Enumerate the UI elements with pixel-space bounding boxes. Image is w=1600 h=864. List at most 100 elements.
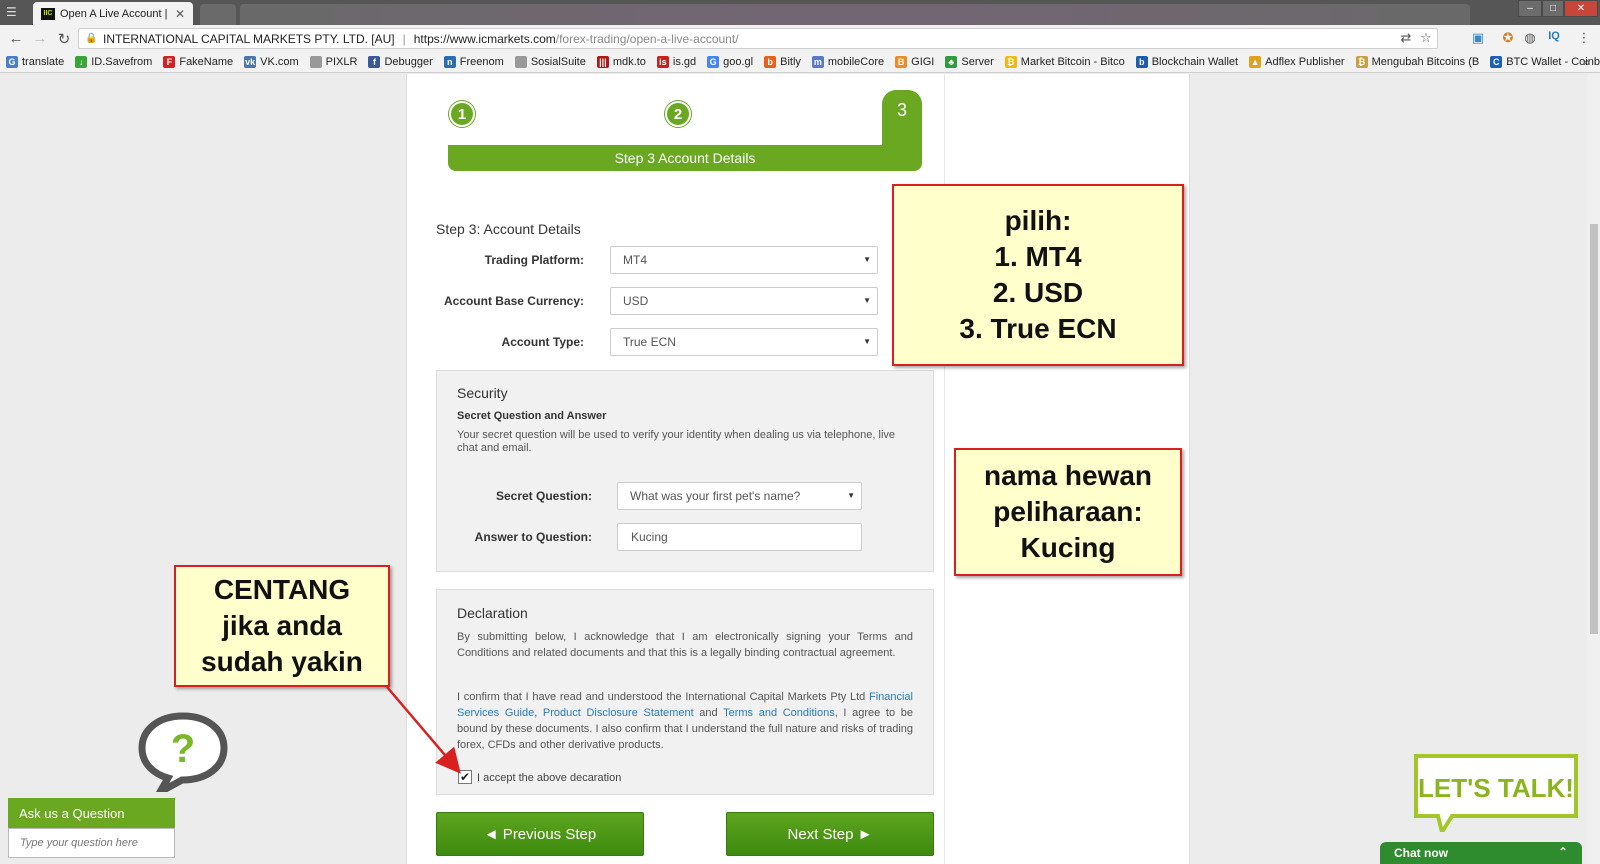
bookmark-icon bbox=[514, 56, 527, 68]
ask-question-input[interactable] bbox=[8, 828, 175, 858]
browser-titlebar: ☰ IIC Open A Live Account | Fo ✕ – □ ✕ bbox=[0, 0, 1600, 25]
note-line: 2. USD bbox=[992, 277, 1084, 308]
trading-platform-select[interactable]: MT4 ▼ bbox=[610, 246, 878, 274]
note-line: jika anda bbox=[222, 610, 342, 641]
ask-question-header[interactable]: Ask us a Question bbox=[8, 798, 175, 828]
currency-label: Account Base Currency: bbox=[443, 294, 584, 308]
extension-icon[interactable]: ▣ bbox=[1470, 30, 1486, 46]
annotation-arrow bbox=[386, 686, 461, 774]
bookmark-item[interactable]: f Debugger bbox=[368, 56, 433, 68]
minimize-button[interactable]: – bbox=[1518, 0, 1542, 17]
bookmark-item[interactable]: ↓ ID.Savefrom bbox=[75, 56, 152, 68]
section-heading: Step 3: Account Details bbox=[436, 221, 581, 237]
bookmark-label: ID.Savefrom bbox=[91, 56, 153, 68]
security-title: Security bbox=[457, 385, 508, 401]
note-line: pilih: bbox=[1004, 205, 1072, 236]
bookmark-item[interactable]: F FakeName bbox=[163, 56, 233, 68]
currency-select[interactable]: USD ▼ bbox=[610, 287, 878, 315]
bookmark-icon: F bbox=[163, 56, 176, 68]
extension-icon[interactable]: ✪ bbox=[1500, 30, 1516, 46]
next-step-button[interactable]: Next Step ► bbox=[726, 812, 934, 856]
question-bubble-icon[interactable]: ? bbox=[138, 712, 228, 792]
accept-checkbox-label: I accept the above decaration bbox=[477, 772, 622, 784]
bookmark-item[interactable]: ₿ Mengubah Bitcoins (B bbox=[1355, 56, 1479, 68]
bookmark-label: is.gd bbox=[672, 56, 697, 68]
link-terms-and-conditions[interactable]: Terms and Conditions bbox=[723, 707, 835, 719]
bookmark-item[interactable]: B GIGI bbox=[895, 56, 934, 68]
note-line: peliharaan: bbox=[993, 496, 1143, 527]
step-1-indicator: 1 bbox=[449, 101, 475, 127]
translate-icon[interactable]: ⇄ bbox=[1398, 30, 1414, 46]
bookmark-item[interactable]: b Blockchain Wallet bbox=[1135, 56, 1239, 68]
chevron-up-icon: ⌃ bbox=[1557, 845, 1568, 859]
bookmark-item[interactable]: ||| mdk.to bbox=[596, 56, 646, 68]
bookmark-item[interactable]: vk VK.com bbox=[244, 56, 299, 68]
lets-talk-text: LET'S TALK! bbox=[1418, 773, 1574, 803]
bookmark-item[interactable]: ♣ Server bbox=[945, 56, 994, 68]
chat-now-label: Chat now bbox=[1394, 846, 1448, 860]
bookmark-item[interactable]: Ggoo.gl bbox=[707, 56, 753, 68]
bookmark-icon: ₿ bbox=[1355, 56, 1368, 68]
bookmark-label: translate bbox=[22, 56, 65, 68]
bookmark-label: mobileCore bbox=[827, 56, 885, 68]
bookmark-icon: f bbox=[368, 56, 381, 68]
star-icon[interactable]: ☆ bbox=[1418, 30, 1434, 46]
bookmark-item[interactable]: is is.gd bbox=[656, 56, 697, 68]
annotation-note-select: pilih: 1. MT4 2. USD 3. True ECN bbox=[892, 184, 1184, 366]
address-bar[interactable]: 🔒 INTERNATIONAL CAPITAL MARKETS PTY. LTD… bbox=[78, 28, 1438, 49]
bookmark-item[interactable]: PIXLR bbox=[309, 56, 357, 68]
scrollbar-thumb[interactable] bbox=[1590, 224, 1598, 634]
window-close-button[interactable]: ✕ bbox=[1564, 0, 1598, 17]
forward-icon[interactable]: → bbox=[28, 30, 52, 47]
bookmark-label: Adflex Publisher bbox=[1265, 56, 1345, 68]
bookmark-item[interactable]: SosialSuite bbox=[514, 56, 586, 68]
bookmark-icon: B bbox=[895, 56, 908, 68]
browser-menu-icon[interactable]: ☰ bbox=[6, 5, 22, 19]
bookmark-item[interactable]: Gtranslate bbox=[6, 56, 64, 68]
reload-icon[interactable]: ↻ bbox=[52, 30, 76, 48]
lets-talk-badge[interactable]: LET'S TALK! bbox=[1412, 752, 1580, 832]
bookmark-item[interactable]: b Bitly bbox=[764, 56, 801, 68]
previous-step-button[interactable]: ◄ Previous Step bbox=[436, 812, 644, 856]
bookmark-label: mdk.to bbox=[612, 56, 646, 68]
secret-question-select[interactable]: What was your first pet's name? ▼ bbox=[617, 482, 862, 510]
bookmark-icon: ₿ bbox=[1004, 56, 1017, 68]
maximize-button[interactable]: □ bbox=[1542, 0, 1564, 17]
bookmarks-more-icon[interactable]: » bbox=[1583, 55, 1590, 69]
site-org-name: INTERNATIONAL CAPITAL MARKETS PTY. LTD. … bbox=[103, 31, 395, 46]
chevron-down-icon: ▼ bbox=[863, 296, 871, 305]
note-line: CENTANG bbox=[213, 574, 351, 605]
note-line: sudah yakin bbox=[201, 646, 363, 677]
trading-platform-value: MT4 bbox=[623, 253, 647, 267]
tab-inactive[interactable] bbox=[240, 4, 1470, 25]
bookmark-label: Blockchain Wallet bbox=[1151, 56, 1239, 68]
account-type-select[interactable]: True ECN ▼ bbox=[610, 328, 878, 356]
secret-question-label: Secret Question: bbox=[495, 489, 592, 503]
globe-icon[interactable]: ◍ bbox=[1522, 30, 1538, 46]
bookmark-item[interactable]: ▲ Adflex Publisher bbox=[1249, 56, 1345, 68]
declaration-title: Declaration bbox=[457, 605, 528, 621]
bookmark-item[interactable]: m mobileCore bbox=[811, 56, 885, 68]
bookmark-label: FakeName bbox=[179, 56, 234, 68]
tab-inactive[interactable] bbox=[200, 4, 236, 25]
tab-close-icon[interactable]: ✕ bbox=[175, 7, 185, 21]
bookmark-icon: C bbox=[1490, 56, 1503, 68]
tab-active[interactable]: IIC Open A Live Account | Fo ✕ bbox=[33, 2, 193, 25]
bookmark-label: SosialSuite bbox=[530, 56, 586, 68]
bookmark-icon: m bbox=[811, 56, 824, 68]
iq-icon[interactable]: IQ bbox=[1546, 30, 1562, 46]
link-product-disclosure-statement[interactable]: Product Disclosure Statement bbox=[543, 707, 694, 719]
chevron-down-icon: ▼ bbox=[863, 255, 871, 264]
kebab-menu-icon[interactable]: ⋮ bbox=[1576, 30, 1592, 46]
tab-title: Open A Live Account | Fo bbox=[60, 7, 171, 20]
answer-input[interactable] bbox=[617, 523, 862, 551]
chat-now-button[interactable]: Chat now ⌃ bbox=[1380, 842, 1582, 864]
bookmark-icon: vk bbox=[244, 56, 257, 68]
bookmark-item[interactable]: ₿ Market Bitcoin - Bitco bbox=[1004, 56, 1125, 68]
note-line: nama hewan bbox=[983, 460, 1153, 491]
bookmark-icon: n bbox=[443, 56, 456, 68]
step-2-indicator: 2 bbox=[665, 101, 691, 127]
bookmark-item[interactable]: n Freenom bbox=[443, 56, 504, 68]
back-icon[interactable]: ← bbox=[4, 30, 28, 47]
bookmark-icon: is bbox=[656, 56, 669, 68]
